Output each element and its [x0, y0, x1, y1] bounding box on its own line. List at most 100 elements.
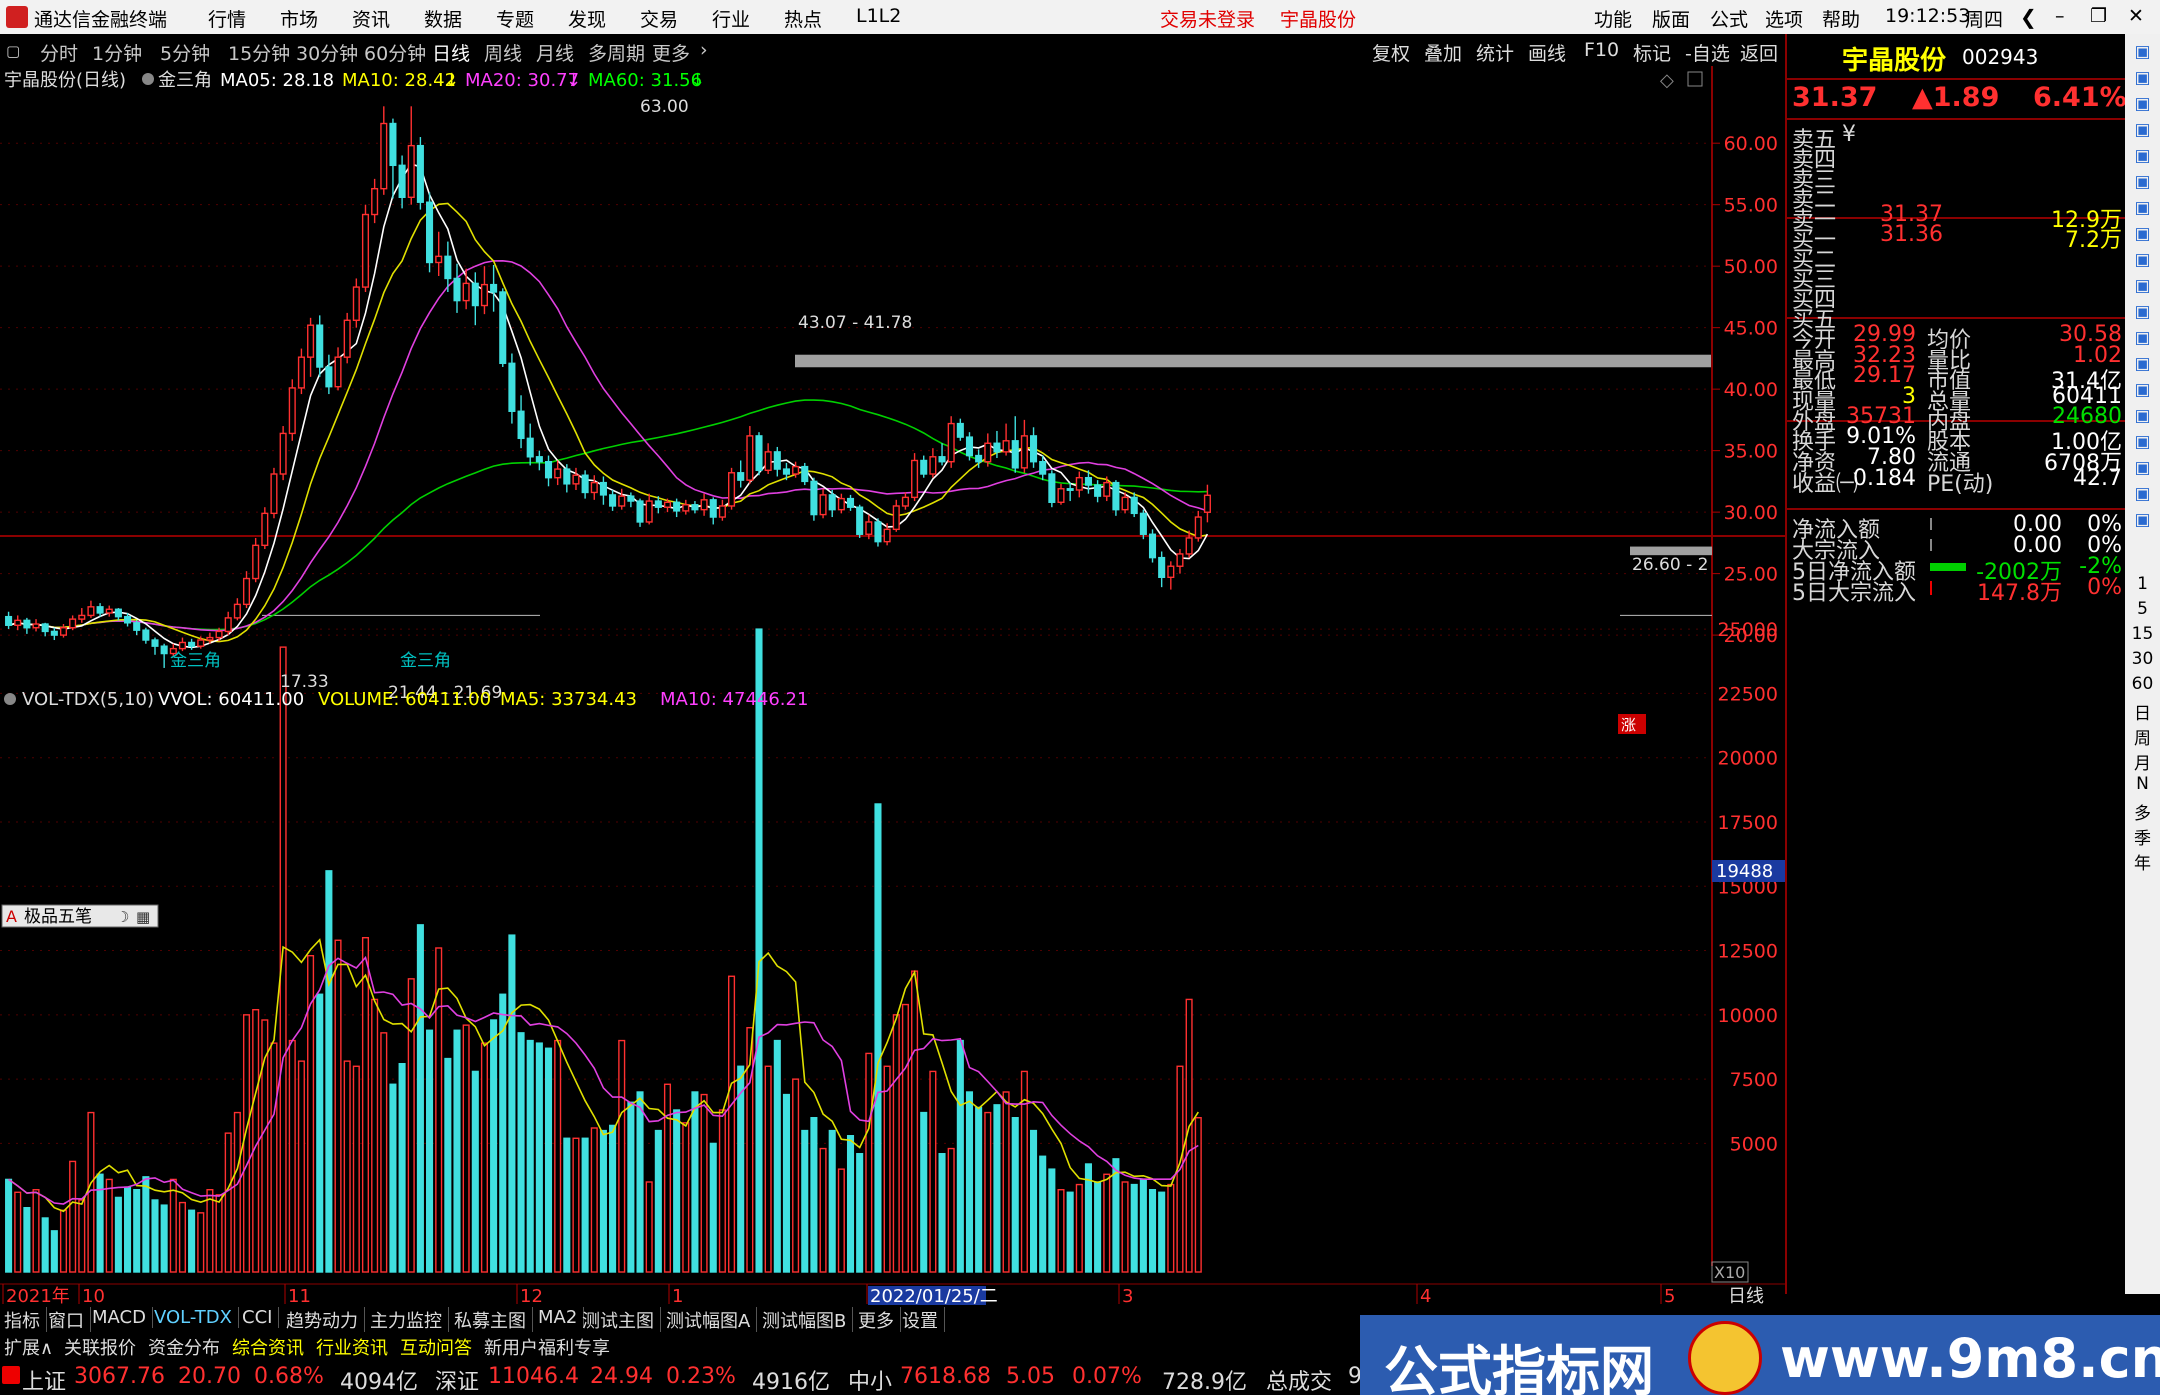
- tool-f10[interactable]: F10: [1584, 39, 1619, 61]
- rsi-icon[interactable]: ▣: [2125, 406, 2160, 426]
- side-period-button[interactable]: 60: [2125, 674, 2160, 694]
- clock-icon[interactable]: ▣: [2125, 354, 2160, 374]
- menu-shichang[interactable]: 市场: [280, 5, 318, 32]
- f5-icon[interactable]: ▣: [2125, 328, 2160, 348]
- period-weekly[interactable]: 周线: [484, 39, 522, 66]
- indicator-tab[interactable]: 私募主图: [454, 1307, 533, 1333]
- side-period-button[interactable]: 1: [2125, 574, 2160, 594]
- menu-redian[interactable]: 热点: [784, 5, 822, 32]
- tool-huaxian[interactable]: 画线: [1528, 39, 1566, 66]
- info-tab[interactable]: 扩展∧: [4, 1334, 53, 1360]
- close-icon[interactable]: ✕: [2128, 5, 2144, 27]
- indicator-toggle-icon[interactable]: [142, 73, 154, 85]
- menu-banmian[interactable]: 版面: [1652, 5, 1690, 32]
- side-period-button[interactable]: 日: [2125, 699, 2160, 724]
- menu-faxian[interactable]: 发现: [568, 5, 606, 32]
- sz-name[interactable]: 深证: [435, 1364, 479, 1395]
- tool-tongji[interactable]: 统计: [1476, 39, 1514, 66]
- menu-xuanxiang[interactable]: 选项: [1765, 5, 1803, 32]
- indicator-tab[interactable]: 测试主图: [582, 1307, 661, 1333]
- menu-jiaoyi[interactable]: 交易: [640, 5, 678, 32]
- undo-icon[interactable]: ▣: [2125, 42, 2160, 62]
- info-tab[interactable]: 新用户福利专享: [484, 1334, 610, 1360]
- info-tab[interactable]: 资金分布: [148, 1334, 220, 1360]
- indicator-tab[interactable]: 趋势动力: [286, 1307, 365, 1333]
- indicator-tab[interactable]: 主力监控: [370, 1307, 449, 1333]
- menu-zixun[interactable]: 资讯: [352, 5, 390, 32]
- side-period-button[interactable]: 多: [2125, 799, 2160, 824]
- period-fenshi[interactable]: 分时: [40, 39, 78, 66]
- info-tab[interactable]: 互动问答: [400, 1334, 472, 1360]
- grid-icon[interactable]: ▣: [2125, 146, 2160, 166]
- menu-zhuanti[interactable]: 专题: [496, 5, 534, 32]
- back-arrow-icon[interactable]: ❮: [2020, 5, 2037, 29]
- line-chart-icon[interactable]: ▣: [2125, 172, 2160, 192]
- period-5min[interactable]: 5分钟: [160, 39, 210, 66]
- pen-icon[interactable]: ▣: [2125, 458, 2160, 478]
- tool-diejia[interactable]: 叠加: [1424, 39, 1462, 66]
- period-15min[interactable]: 15分钟: [228, 39, 290, 66]
- up-arrow-icon[interactable]: ▣: [2125, 68, 2160, 88]
- report-icon[interactable]: ▣: [2125, 302, 2160, 322]
- side-period-button[interactable]: 季: [2125, 824, 2160, 849]
- period-monthly[interactable]: 月线: [536, 39, 574, 66]
- zx-name[interactable]: 中小: [848, 1364, 892, 1395]
- menu-l1l2[interactable]: L1L2: [856, 5, 901, 27]
- menu-hangye[interactable]: 行业: [712, 5, 750, 32]
- period-multi[interactable]: 多周期: [588, 39, 645, 66]
- login-status-link[interactable]: 交易未登录: [1160, 5, 1255, 32]
- menu-gongshi[interactable]: 公式: [1710, 5, 1748, 32]
- period-daily[interactable]: 日线: [432, 39, 470, 66]
- side-period-button[interactable]: 月: [2125, 749, 2160, 774]
- menu-bangzhu[interactable]: 帮助: [1822, 5, 1860, 32]
- f5-alt-icon[interactable]: ▣: [2125, 484, 2160, 504]
- export-icon[interactable]: ▣: [2125, 510, 2160, 530]
- kline-chart[interactable]: 60.00 55.00 50.00 45.00 40.00 35.00 30.00 25.00…: [0, 66, 1785, 1305]
- info-tab[interactable]: 综合资讯: [232, 1334, 304, 1360]
- indicator-tab[interactable]: 指标: [4, 1307, 47, 1333]
- target-icon[interactable]: ▣: [2125, 432, 2160, 452]
- settings-icon[interactable]: ▣: [2125, 380, 2160, 400]
- side-period-button[interactable]: 5: [2125, 599, 2160, 619]
- period-30min[interactable]: 30分钟: [296, 39, 358, 66]
- toggle-square-icon[interactable]: ▢: [6, 42, 20, 60]
- indicator-tab[interactable]: 窗口: [48, 1307, 91, 1333]
- tool-fanhui[interactable]: 返回: [1740, 39, 1778, 66]
- side-period-button[interactable]: N: [2125, 774, 2160, 794]
- tool-zixuan[interactable]: -自选: [1685, 39, 1730, 66]
- side-period-button[interactable]: 15: [2125, 624, 2160, 644]
- period-more[interactable]: 更多: [652, 39, 690, 66]
- stock-name-link[interactable]: 宇晶股份: [1280, 5, 1356, 32]
- sh-name[interactable]: 上证: [22, 1364, 66, 1395]
- chevron-right-icon[interactable]: ›: [700, 39, 708, 61]
- info-tab[interactable]: 行业资讯: [316, 1334, 388, 1360]
- maximize-icon[interactable]: ❐: [2090, 5, 2107, 27]
- tool-biaoji[interactable]: 标记: [1633, 39, 1671, 66]
- tool-fuquan[interactable]: 复权: [1372, 39, 1410, 66]
- indicator-tab[interactable]: VOL-TDX: [154, 1307, 239, 1328]
- chart-list-icon[interactable]: ▣: [2125, 120, 2160, 140]
- vol-toggle-icon[interactable]: [4, 693, 16, 705]
- down-arrow-icon[interactable]: ▣: [2125, 94, 2160, 114]
- side-period-button[interactable]: 30: [2125, 649, 2160, 669]
- menu-shuju[interactable]: 数据: [424, 5, 462, 32]
- menu-hangqing[interactable]: 行情: [208, 5, 246, 32]
- indicator-tab[interactable]: CCI: [242, 1307, 280, 1328]
- info-tab[interactable]: 关联报价: [64, 1334, 136, 1360]
- candle-icon[interactable]: ▣: [2125, 198, 2160, 218]
- indicator-tab[interactable]: 设置: [902, 1307, 945, 1333]
- news-icon[interactable]: ▣: [2125, 224, 2160, 244]
- indicator-tab[interactable]: 更多: [858, 1307, 901, 1333]
- indicator-tab[interactable]: MA2: [538, 1307, 585, 1328]
- table-icon[interactable]: ▣: [2125, 276, 2160, 296]
- side-period-button[interactable]: 周: [2125, 724, 2160, 749]
- minimize-icon[interactable]: –: [2055, 5, 2065, 27]
- flow-row[interactable]: 5日大宗流入 147.8万 0%: [1792, 575, 2122, 606]
- side-period-button[interactable]: 年: [2125, 849, 2160, 874]
- period-60min[interactable]: 60分钟: [364, 39, 426, 66]
- menu-gongneng[interactable]: 功能: [1594, 5, 1632, 32]
- chart-settings-icon[interactable]: ◇: [1660, 70, 1674, 91]
- indicator-tab[interactable]: 测试幅图A: [666, 1307, 758, 1333]
- indicator-tab[interactable]: MACD: [92, 1307, 153, 1328]
- indicator-tab[interactable]: 测试幅图B: [762, 1307, 854, 1333]
